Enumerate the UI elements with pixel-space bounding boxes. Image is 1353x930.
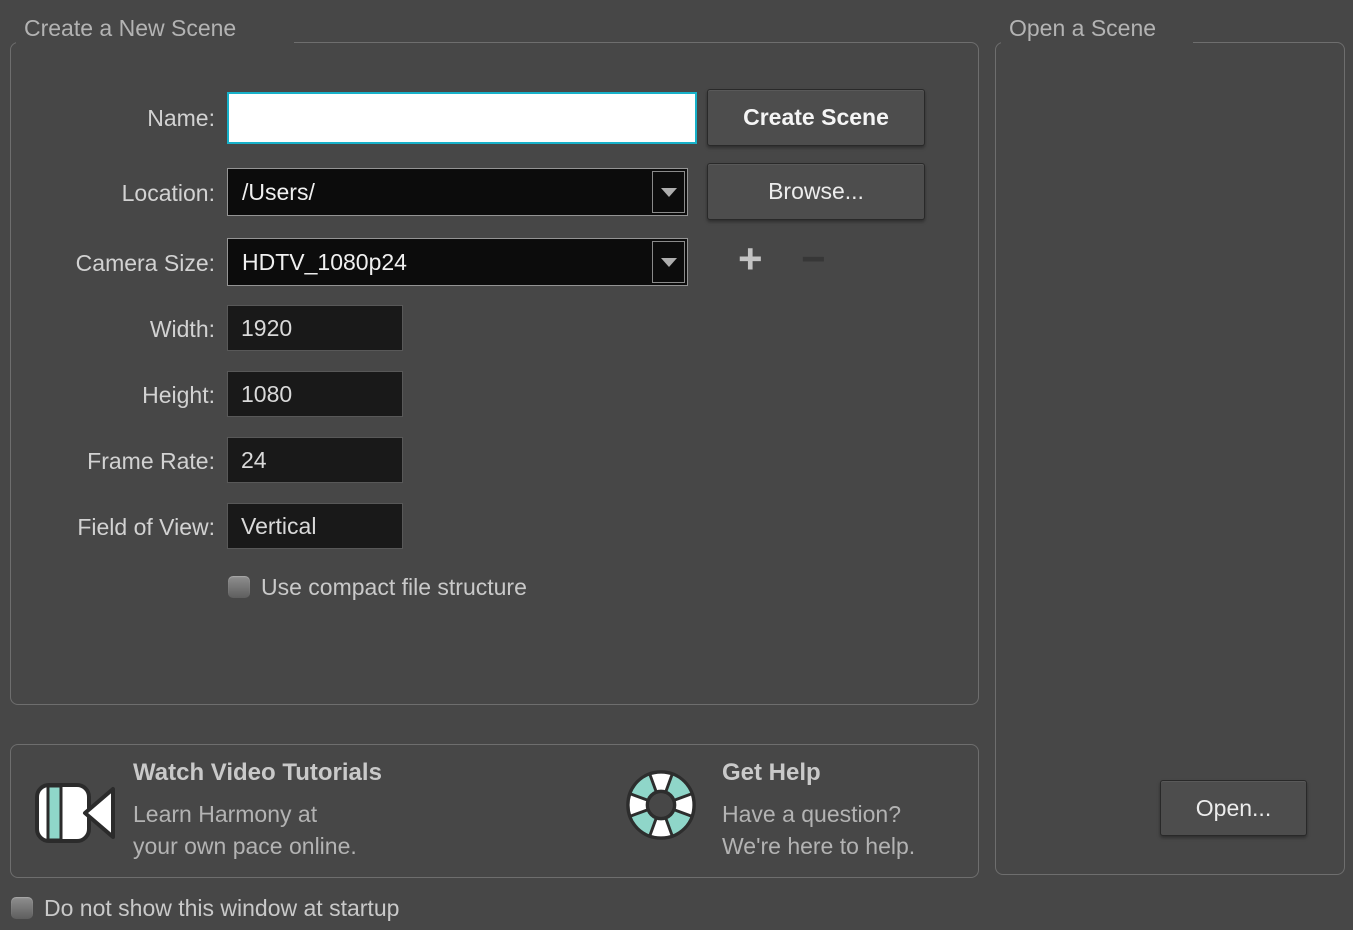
camera-size-label: Camera Size:	[10, 250, 215, 276]
do-not-show-checkbox[interactable]	[10, 896, 34, 920]
do-not-show-label: Do not show this window at startup	[44, 895, 399, 922]
camera-size-dropdown[interactable]: HDTV_1080p24	[227, 238, 688, 286]
open-scene-group	[995, 42, 1345, 875]
chevron-down-icon	[661, 258, 677, 267]
camera-size-value: HDTV_1080p24	[242, 249, 407, 276]
open-scene-border-mask	[1001, 41, 1193, 45]
location-dropdown-button[interactable]	[652, 171, 685, 213]
field-of-view-field[interactable]	[227, 503, 403, 549]
name-label: Name:	[10, 105, 215, 131]
chevron-down-icon	[661, 188, 677, 197]
open-scene-button[interactable]: Open...	[1160, 780, 1307, 836]
browse-button[interactable]: Browse...	[707, 163, 925, 220]
height-field[interactable]	[227, 371, 403, 417]
camera-size-dropdown-button[interactable]	[652, 241, 685, 283]
create-scene-border-mask	[16, 41, 294, 45]
height-label: Height:	[10, 382, 215, 408]
scene-name-input[interactable]	[227, 92, 697, 144]
open-scene-group-title: Open a Scene	[1009, 15, 1156, 41]
location-dropdown[interactable]: /Users/	[227, 168, 688, 216]
browse-button-label: Browse...	[768, 178, 864, 205]
compact-file-structure-checkbox[interactable]	[227, 575, 251, 599]
get-help-heading: Get Help	[722, 759, 821, 787]
compact-file-structure-label: Use compact file structure	[261, 574, 527, 601]
open-scene-button-label: Open...	[1196, 795, 1271, 822]
location-value: /Users/	[242, 179, 315, 206]
frame-rate-label: Frame Rate:	[10, 448, 215, 474]
welcome-dialog: Create a New Scene Name: Create Scene Lo…	[0, 0, 1353, 930]
get-help-line1: Have a question?	[722, 800, 901, 828]
frame-rate-field[interactable]	[227, 437, 403, 483]
width-label: Width:	[10, 316, 215, 342]
video-tutorials-line2: your own pace online.	[133, 832, 357, 860]
location-label: Location:	[10, 180, 215, 206]
add-resolution-button[interactable]: +	[738, 241, 763, 277]
field-of-view-label: Field of View:	[10, 514, 215, 540]
create-scene-group-title: Create a New Scene	[24, 15, 236, 41]
video-tutorials-line1: Learn Harmony at	[133, 800, 317, 828]
remove-resolution-button[interactable]: −	[801, 241, 826, 277]
life-ring-icon	[624, 768, 698, 847]
get-help-line2: We're here to help.	[722, 832, 915, 860]
video-camera-icon	[33, 776, 117, 855]
video-tutorials-heading: Watch Video Tutorials	[133, 759, 382, 787]
create-scene-button-label: Create Scene	[743, 104, 889, 131]
width-field[interactable]	[227, 305, 403, 351]
create-scene-button[interactable]: Create Scene	[707, 89, 925, 146]
